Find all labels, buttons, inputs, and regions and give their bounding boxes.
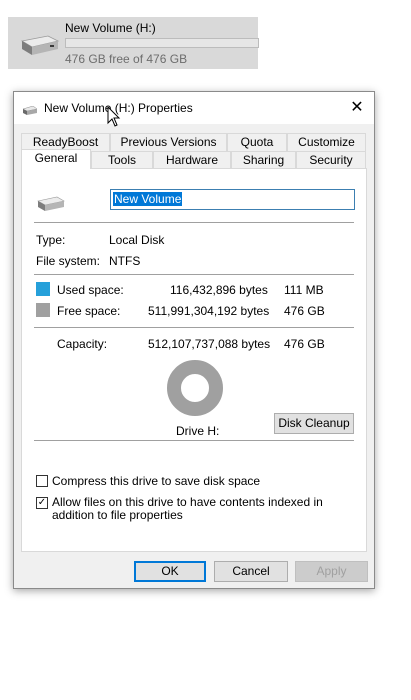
used-space-swatch	[36, 282, 50, 296]
tab-tools[interactable]: Tools	[91, 151, 153, 169]
used-space-size: 111 MB	[284, 283, 324, 297]
volume-name-text: New Volume	[113, 192, 183, 206]
free-space-label: Free space:	[57, 304, 121, 318]
tab-customize[interactable]: Customize	[287, 133, 366, 151]
properties-dialog: New Volume (H:) Properties ✕ ReadyBoost …	[13, 91, 375, 589]
drive-letter-label: Drive H:	[176, 424, 220, 438]
tab-quota[interactable]: Quota	[227, 133, 287, 151]
type-label: Type:	[36, 233, 66, 247]
close-icon[interactable]: ✕	[340, 92, 374, 124]
drive-icon	[36, 196, 66, 215]
drive-name: New Volume (H:)	[65, 21, 156, 35]
used-space-bytes: 116,432,896 bytes	[170, 283, 268, 297]
index-checkbox[interactable]: ✓	[36, 497, 48, 509]
donut-free-segment	[167, 360, 223, 416]
capacity-size: 476 GB	[284, 337, 325, 351]
tab-previous-versions[interactable]: Previous Versions	[110, 133, 227, 151]
ok-button[interactable]: OK	[134, 561, 206, 582]
used-space-label: Used space:	[57, 283, 124, 297]
type-value: Local Disk	[109, 233, 165, 247]
drive-icon	[22, 104, 38, 118]
file-system-label: File system:	[36, 254, 101, 268]
separator	[34, 274, 354, 275]
free-space-size: 476 GB	[284, 304, 325, 318]
separator	[34, 327, 354, 328]
capacity-label: Capacity:	[57, 337, 108, 351]
separator	[34, 440, 354, 441]
tab-sharing[interactable]: Sharing	[231, 151, 296, 169]
free-space-swatch	[36, 303, 50, 317]
file-system-value: NTFS	[109, 254, 141, 268]
usage-donut-chart	[167, 360, 223, 416]
title-bar[interactable]: New Volume (H:) Properties ✕	[14, 92, 374, 124]
tab-general[interactable]: General	[21, 149, 91, 169]
separator	[34, 222, 354, 223]
disk-cleanup-button[interactable]: Disk Cleanup	[274, 413, 354, 434]
drive-icon	[18, 35, 60, 60]
capacity-bytes: 512,107,737,088 bytes	[148, 337, 271, 351]
drive-tile-h[interactable]: New Volume (H:) 476 GB free of 476 GB	[8, 17, 259, 69]
tab-hardware[interactable]: Hardware	[153, 151, 231, 169]
drive-free-text: 476 GB free of 476 GB	[65, 52, 188, 66]
drive-usage-bar	[65, 38, 259, 48]
general-tab-panel: New Volume Type: Local Disk File system:…	[21, 168, 367, 552]
cancel-button[interactable]: Cancel	[214, 561, 288, 582]
compress-label: Compress this drive to save disk space	[52, 474, 261, 488]
compress-checkbox[interactable]	[36, 475, 48, 487]
index-label: Allow files on this drive to have conten…	[52, 495, 323, 522]
mouse-pointer-icon	[107, 106, 121, 127]
free-space-bytes: 511,991,304,192 bytes	[148, 304, 270, 318]
volume-name-input[interactable]: New Volume	[110, 189, 355, 210]
tab-security[interactable]: Security	[296, 151, 366, 169]
apply-button[interactable]: Apply	[295, 561, 368, 582]
